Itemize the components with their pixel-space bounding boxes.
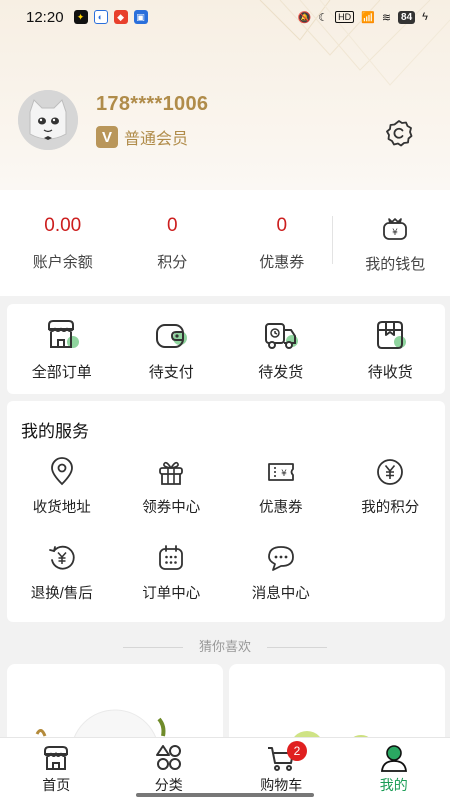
balance-panel: 0.00 账户余额 0 积分 0 优惠券 ¥ 我的钱包 [0, 190, 450, 296]
wallet-bag-icon: ¥ [383, 217, 408, 240]
order-pending-payment-label: 待支付 [148, 363, 194, 381]
service-address-label: 收货地址 [32, 500, 91, 516]
order-pending-shipment-label: 待发货 [258, 363, 304, 381]
order-pending-payment[interactable]: 待支付 [117, 304, 227, 394]
services-panel: 我的服务 收货地址 领券中心 ¥ 优惠券 我的积分 退换/售后 订单中心 消息中… [7, 401, 445, 622]
charging-icon: ϟ [422, 11, 428, 23]
home-store-icon [44, 746, 69, 770]
service-order-center[interactable]: 订单中心 [117, 543, 227, 629]
coupons-value: 0 [276, 214, 288, 236]
vip-badge-icon: V [96, 126, 118, 148]
box-icon [377, 320, 407, 349]
tab-mine[interactable]: 我的 [338, 738, 450, 800]
order-pending-shipment[interactable]: 待发货 [226, 304, 336, 394]
cart-badge: 2 [287, 741, 307, 761]
user-phone: 178****1006 [96, 93, 209, 115]
tab-mine-label: 我的 [379, 777, 408, 793]
service-coupon-center-label: 领券中心 [142, 500, 201, 516]
status-time: 12:20 [26, 8, 64, 26]
divider-line [123, 647, 184, 649]
wifi-icon: ≋ [381, 11, 392, 24]
service-points[interactable]: 我的积分 [336, 457, 446, 543]
service-coupon-center[interactable]: 领券中心 [117, 457, 227, 543]
svg-text:¥: ¥ [392, 228, 398, 238]
yen-icon [377, 459, 404, 485]
chat-icon [267, 546, 294, 571]
service-order-center-label: 订单中心 [142, 586, 201, 602]
wallet-icon [156, 323, 188, 348]
location-icon [50, 457, 73, 486]
category-icon [155, 745, 181, 770]
points[interactable]: 0 积分 [118, 190, 228, 296]
recommend-title: 猜你喜欢 [198, 639, 251, 654]
service-messages-label: 消息中心 [251, 586, 310, 602]
notification-app-icon: ◆ [113, 10, 128, 24]
service-points-label: 我的积分 [361, 500, 420, 516]
order-pending-receipt[interactable]: 待收货 [336, 304, 446, 394]
points-label: 积分 [157, 253, 188, 271]
balance-divider [332, 216, 333, 264]
order-pending-receipt-label: 待收货 [367, 363, 413, 381]
truck-icon [264, 322, 298, 349]
my-wallet-label: 我的钱包 [365, 255, 426, 273]
coupons[interactable]: 0 优惠券 [227, 190, 337, 296]
coupons-label: 优惠券 [259, 253, 305, 271]
member-level: V 普通会员 [96, 125, 188, 149]
signal-icon: 📶 [361, 11, 375, 24]
cat-avatar-icon [18, 90, 78, 150]
tab-home-label: 首页 [42, 777, 71, 793]
order-all[interactable]: 全部订单 [7, 304, 117, 394]
service-refund[interactable]: 退换/售后 [7, 543, 117, 629]
account-balance-label: 账户余额 [32, 253, 93, 271]
moon-icon: ☾ [318, 11, 329, 24]
status-bar: 12:20 ✦ ◐ ◆ ▣ 🔕 ☾ HD 📶 ≋ 84 ϟ [0, 0, 450, 34]
recommend-heading: 猜你喜欢 [0, 636, 450, 655]
service-address[interactable]: 收货地址 [7, 457, 117, 543]
home-indicator [136, 793, 314, 797]
avatar[interactable] [18, 90, 78, 150]
notification-app-icon: ▣ [133, 10, 148, 24]
tab-home[interactable]: 首页 [0, 738, 113, 800]
service-coupons[interactable]: ¥ 优惠券 [226, 457, 336, 543]
gift-icon [159, 461, 184, 485]
tab-category-label: 分类 [154, 777, 183, 793]
services-title: 我的服务 [21, 422, 89, 441]
refund-icon [48, 545, 75, 570]
account-balance[interactable]: 0.00 账户余额 [8, 190, 118, 296]
service-refund-label: 退换/售后 [30, 586, 93, 602]
notification-app-icon: ✦ [73, 10, 88, 24]
mute-icon: 🔕 [297, 11, 312, 24]
divider-line [266, 647, 327, 649]
account-balance-value: 0.00 [44, 214, 82, 236]
coupon-icon: ¥ [267, 463, 294, 481]
battery-level: 84 [398, 10, 416, 24]
tab-cart[interactable]: 2 购物车 [225, 738, 338, 800]
member-level-label: 普通会员 [124, 131, 189, 148]
orders-panel: 全部订单 待支付 待发货 待收货 [7, 304, 445, 394]
calendar-icon [159, 545, 184, 570]
tab-bar: 首页 分类 2 购物车 我的 [0, 737, 450, 800]
hd-icon: HD [335, 11, 355, 23]
tab-cart-label: 购物车 [260, 777, 303, 793]
notification-app-icon: ◐ [93, 10, 108, 24]
service-messages[interactable]: 消息中心 [226, 543, 336, 629]
points-value: 0 [166, 214, 178, 236]
person-icon [380, 745, 407, 772]
profile-header: 12:20 ✦ ◐ ◆ ▣ 🔕 ☾ HD 📶 ≋ 84 ϟ 178****100… [0, 0, 450, 190]
shop-icon [47, 319, 79, 348]
svg-text:¥: ¥ [281, 469, 287, 479]
my-wallet[interactable]: ¥ 我的钱包 [341, 190, 450, 296]
service-coupons-label: 优惠券 [259, 500, 303, 516]
settings-icon[interactable] [384, 118, 414, 148]
tab-category[interactable]: 分类 [113, 738, 226, 800]
order-all-label: 全部订单 [31, 363, 92, 381]
